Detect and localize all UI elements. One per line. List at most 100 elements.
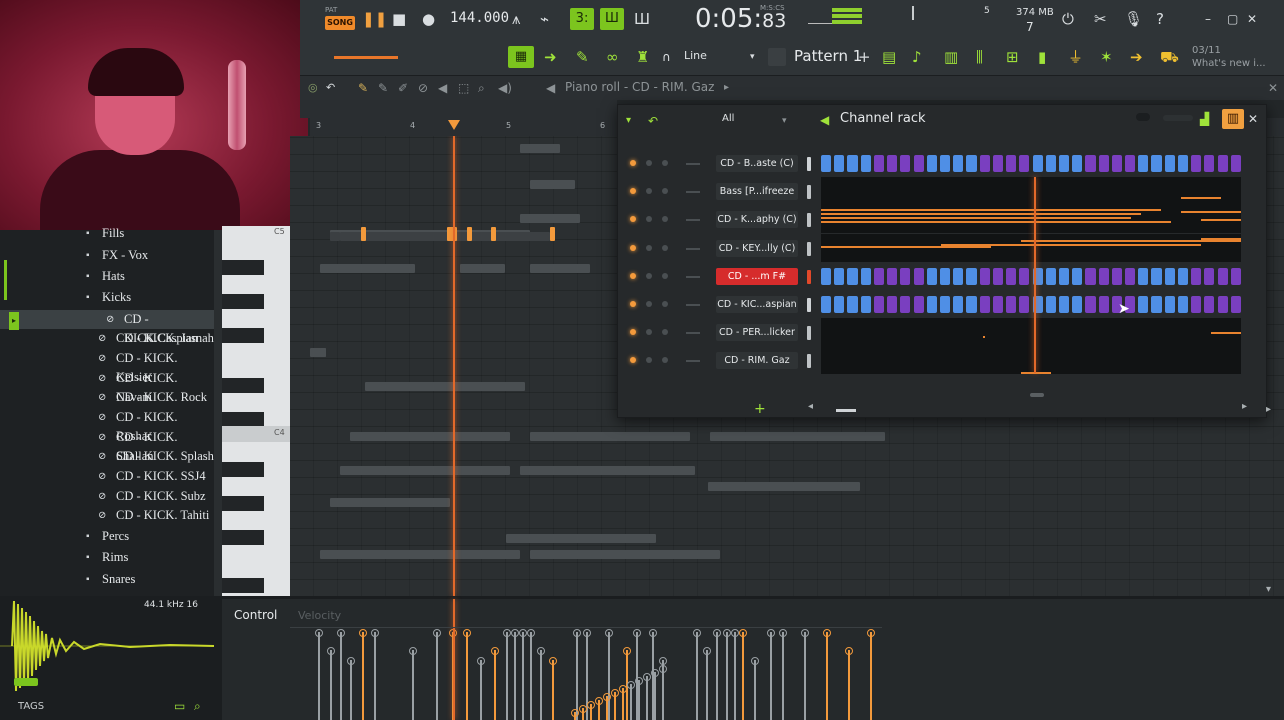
black-key[interactable]	[222, 378, 264, 393]
channel-name-button[interactable]: Bass [P...ifreeze	[716, 183, 798, 201]
step-button[interactable]	[1098, 155, 1109, 172]
record-icon[interactable]: ●	[422, 9, 435, 29]
step-button[interactable]	[1058, 155, 1070, 172]
velocity-stem[interactable]	[739, 629, 747, 720]
step-button[interactable]	[887, 296, 898, 313]
mini-piano-roll[interactable]	[821, 233, 1241, 262]
browser-file-kick-roshar[interactable]: ⊘ CD - KICK. Roshar	[0, 408, 214, 443]
step-button[interactable]	[926, 155, 937, 172]
step-button[interactable]	[1230, 155, 1241, 172]
step-button[interactable]	[900, 155, 911, 172]
speaker-tool-icon[interactable]: ◀)	[498, 78, 512, 98]
velocity-stem[interactable]	[477, 657, 485, 720]
channel-select-bar[interactable]	[807, 298, 811, 312]
step-button[interactable]	[926, 296, 937, 313]
playlist-icon[interactable]: ▤	[882, 47, 896, 67]
velocity-stem[interactable]	[723, 629, 731, 720]
velocity-stem[interactable]	[579, 705, 587, 720]
browser-tree-icon[interactable]: ⊞	[1006, 47, 1019, 67]
song-mode-button[interactable]: SONG	[325, 16, 355, 30]
velocity-stem[interactable]	[779, 629, 787, 720]
piano-roll-icon[interactable]: ♪	[912, 47, 922, 67]
velocity-stem[interactable]	[409, 647, 417, 720]
mute-led[interactable]	[630, 272, 636, 279]
pan-knob[interactable]	[646, 301, 652, 307]
plug-icon[interactable]: ⏚	[1068, 47, 1083, 67]
step-button[interactable]	[1230, 296, 1241, 313]
tools-icon[interactable]: ✂	[1094, 9, 1107, 29]
note[interactable]	[491, 227, 496, 241]
channel-name-button[interactable]: CD - RIM. Gaz	[716, 352, 798, 370]
velocity-stem[interactable]	[823, 629, 831, 720]
mini-piano-roll[interactable]	[821, 346, 1241, 375]
step-button[interactable]	[1098, 267, 1109, 285]
volume-knob[interactable]	[662, 301, 668, 307]
mute-led[interactable]	[630, 301, 636, 307]
browser-file-kick-subz[interactable]: ⊘ CD - KICK. Subz	[0, 487, 214, 506]
browser-folder-fx-vox[interactable]: ▪ FX - Vox	[0, 246, 214, 265]
browser-file-kick-tahiti[interactable]: ⊘ CD - KICK. Tahiti	[0, 506, 214, 525]
black-key[interactable]	[222, 260, 264, 275]
play-sample-button[interactable]	[14, 678, 38, 686]
delete-tool-icon[interactable]: ✐	[398, 78, 408, 98]
rack-horizontal-slider[interactable]	[836, 409, 856, 412]
black-key[interactable]	[222, 530, 264, 545]
track-number[interactable]	[686, 304, 700, 306]
black-key[interactable]	[222, 578, 264, 593]
step-button[interactable]	[953, 296, 964, 313]
step-button[interactable]	[1072, 267, 1083, 285]
close-icon[interactable]: ✕	[1248, 109, 1258, 129]
snap-button[interactable]: ▦	[508, 46, 534, 68]
step-button[interactable]	[979, 155, 990, 172]
pan-knob[interactable]	[646, 188, 652, 195]
folder-icon[interactable]: ▭	[174, 696, 185, 716]
step-button[interactable]	[900, 296, 911, 313]
slice-tool-icon[interactable]: ◀	[438, 78, 447, 98]
velocity-stem[interactable]	[767, 629, 775, 720]
volume-knob[interactable]	[662, 160, 668, 166]
rack-swing-slider[interactable]	[1163, 115, 1193, 121]
step-button[interactable]	[1019, 267, 1030, 285]
volume-knob[interactable]	[662, 357, 668, 364]
browser-file-kick-caspian[interactable]: ⊘ CD - KICK.Caspian	[0, 310, 214, 345]
velocity-stem[interactable]	[731, 629, 739, 720]
chevron-down-icon[interactable]: ▾	[782, 111, 787, 131]
channel-row[interactable]: CD - KIC...aspian	[618, 290, 1268, 318]
velocity-stem[interactable]	[587, 701, 595, 720]
step-button[interactable]	[1230, 267, 1241, 285]
countdown-button[interactable]: 3:	[570, 8, 594, 30]
channel-row[interactable]: CD - ...m F#	[618, 262, 1268, 290]
step-button[interactable]	[1164, 155, 1175, 172]
rack-undo-icon[interactable]: ↶	[648, 111, 658, 131]
plugin-icon[interactable]: ♜	[636, 47, 649, 67]
volume-knob[interactable]	[662, 216, 668, 223]
velocity-stem[interactable]	[359, 629, 367, 720]
channel-name-button[interactable]: CD - PER...licker	[716, 324, 798, 342]
scroll-down-arrow-icon[interactable]: ▾	[1266, 580, 1271, 600]
channel-row[interactable]: CD - PER...licker	[618, 318, 1268, 347]
step-button[interactable]	[913, 267, 924, 285]
arrow-right-icon[interactable]: ➔	[1130, 47, 1143, 67]
velocity-stem[interactable]	[337, 629, 345, 720]
step-button[interactable]	[1204, 267, 1215, 285]
velocity-stem[interactable]	[619, 685, 627, 720]
browser-file-kick-splash[interactable]: ⊘ CD - KICK. Splash	[0, 447, 214, 466]
pan-knob[interactable]	[646, 216, 652, 223]
event-control-lane[interactable]: Control Velocity	[222, 596, 1284, 720]
link-icon[interactable]: ∞	[606, 47, 619, 67]
help-icon[interactable]: ?	[1156, 9, 1164, 29]
channel-name-button[interactable]: CD - K...aphy (C)	[716, 211, 798, 229]
step-button[interactable]	[1085, 267, 1096, 285]
step-button[interactable]	[847, 296, 858, 313]
step-button[interactable]	[1151, 267, 1162, 285]
step-button[interactable]	[1191, 267, 1202, 285]
step-view-button[interactable]: ▥	[1222, 109, 1244, 129]
step-button[interactable]	[1125, 155, 1136, 172]
master-pitch-slider[interactable]	[912, 6, 914, 20]
step-button[interactable]	[1138, 296, 1149, 313]
step-button[interactable]	[1151, 155, 1162, 172]
velocity-stem[interactable]	[635, 677, 643, 720]
draw-tool-icon[interactable]: ✎	[358, 78, 368, 98]
channel-name-button[interactable]: CD - B..aste (C)	[716, 155, 798, 172]
velocity-stem[interactable]	[519, 629, 527, 720]
